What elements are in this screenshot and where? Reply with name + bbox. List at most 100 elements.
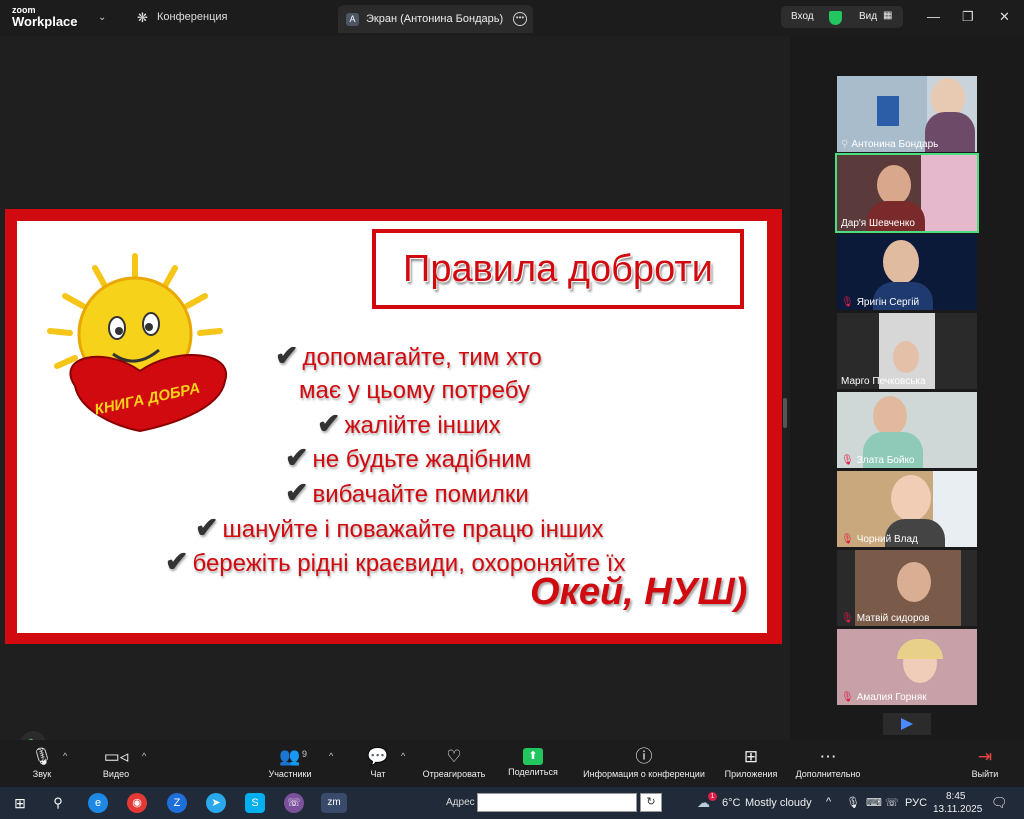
telegram-icon[interactable]: ➤ — [206, 793, 226, 813]
login-button[interactable]: Вход — [791, 11, 814, 22]
tray-mic-icon[interactable]: 🎙 — [846, 796, 860, 809]
chat-button[interactable]: 💬 Чат — [360, 740, 396, 787]
tab-avatar: А — [346, 13, 359, 26]
rule-line: ✔ вибачайте помилки — [285, 476, 529, 509]
slide-footer: Окей, НУШ) — [530, 571, 748, 613]
close-icon[interactable]: ✕ — [999, 9, 1010, 25]
chat-bubble-icon: 💬 — [367, 747, 389, 766]
skype-icon[interactable]: S — [245, 793, 265, 813]
zoom-logo: zoom Workplace — [12, 5, 78, 28]
participant-tile[interactable]: Марго Печковська — [837, 313, 977, 389]
video-options-caret-icon[interactable]: ^ — [142, 751, 146, 761]
pin-icon: ⚲ — [841, 139, 849, 150]
muted-mic-icon: 🎙 — [841, 534, 854, 545]
share-button[interactable]: ⬆ Поделиться — [503, 740, 563, 787]
shared-screen-stage: КНИГА ДОБРА Правила доброти ✔ допомагайте… — [0, 36, 790, 757]
clock-time[interactable]: 8:45 — [946, 791, 965, 802]
language-indicator[interactable]: РУС — [905, 797, 927, 809]
muted-mic-icon: 🎙 — [841, 613, 854, 624]
search-icon[interactable]: ⚲ — [48, 793, 68, 813]
muted-mic-icon: 🎙 — [841, 455, 854, 466]
conference-menu[interactable]: Конференция — [157, 11, 227, 23]
participant-name: ⚲ Антонина Бондарь — [841, 139, 939, 150]
chat-label: Чат — [370, 769, 386, 779]
apps-button[interactable]: ⊞ Приложения — [720, 740, 782, 787]
chat-options-caret-icon[interactable]: ^ — [401, 751, 405, 761]
participant-name: Дар'я Шевченко — [841, 218, 915, 229]
screen-share-tab[interactable]: А Экран (Антонина Бондарь) ••• — [338, 5, 533, 33]
tray-chevron-up-icon[interactable]: ^ — [826, 796, 831, 808]
participants-label: Участники — [268, 769, 312, 779]
share-label: Поделиться — [508, 767, 558, 777]
paw-icon: ❋ — [137, 10, 148, 25]
share-arrow-icon: ⬆ — [523, 748, 543, 765]
edge-browser-icon[interactable]: e — [88, 793, 108, 813]
slide-title: Правила доброти — [403, 247, 713, 290]
meeting-info-button[interactable]: ⓘ Информация о конференции — [577, 740, 711, 787]
audio-button[interactable]: 🎙 Звук — [22, 740, 62, 787]
windows-start-icon[interactable]: ⊞ — [10, 793, 30, 813]
next-page-button[interactable] — [883, 713, 931, 735]
chrome-browser-icon[interactable]: ◉ — [127, 793, 147, 813]
viber-icon[interactable]: ☏ — [284, 793, 304, 813]
checkmark-icon: ✔ — [195, 512, 219, 543]
refresh-icon[interactable]: ↻ — [640, 793, 662, 812]
participant-tile-active-speaker[interactable]: Дар'я Шевченко — [835, 153, 979, 233]
react-button[interactable]: ♡ Отреагировать — [418, 740, 490, 787]
participant-tile[interactable]: 🎙 Амалия Горняк — [837, 629, 977, 705]
video-button[interactable]: ▭◃ Видео — [96, 740, 136, 787]
slide-title-box: Правила доброти — [372, 229, 744, 309]
weather-temp[interactable]: 6°C — [722, 797, 740, 809]
weather-text[interactable]: Mostly cloudy — [745, 797, 812, 809]
splitter-handle[interactable] — [783, 398, 787, 428]
participant-name: 🎙 Яригін Сергій — [841, 297, 920, 308]
slide-content: КНИГА ДОБРА Правила доброти ✔ допомагайте… — [17, 221, 767, 633]
rule-line: ✔ шануйте і поважайте працю інших — [195, 511, 604, 544]
checkmark-icon: ✔ — [275, 340, 299, 371]
rule-text: має у цьому потребу — [299, 377, 530, 404]
clock-date[interactable]: 13.11.2025 — [933, 804, 982, 815]
view-layout-icon: ▦ — [883, 10, 893, 21]
chevron-down-icon[interactable]: ⌄ — [98, 12, 106, 23]
view-button[interactable]: Вид — [859, 11, 877, 22]
login-view-pill: Вход Вид ▦ — [781, 6, 903, 28]
participants-icon: 👥 — [279, 747, 301, 766]
restore-icon[interactable]: ❐ — [962, 9, 974, 25]
participant-tile[interactable]: 🎙 Матвій сидоров — [837, 550, 977, 626]
participant-tile[interactable]: ⚲ Антонина Бондарь — [837, 76, 977, 152]
participant-tile[interactable]: 🎙 Чорний Влад — [837, 471, 977, 547]
more-button[interactable]: ⋯ Дополнительно — [792, 740, 864, 787]
more-options-icon[interactable]: ••• — [513, 12, 527, 26]
more-dots-icon: ⋯ — [819, 747, 837, 766]
rule-line: ✔ допомагайте, тим хто — [275, 339, 542, 372]
participants-options-caret-icon[interactable]: ^ — [329, 751, 333, 761]
zoom-app-icon[interactable]: Z — [167, 793, 187, 813]
rule-text: жалійте інших — [344, 412, 501, 439]
notifications-icon[interactable]: 🗨 — [991, 795, 1008, 811]
zoom-meeting-taskbar-icon[interactable]: zm — [321, 793, 347, 813]
meeting-info-label: Информация о конференции — [583, 769, 705, 779]
title-bar: zoom Workplace ⌄ ❋ Конференция А Экран (… — [0, 0, 1024, 36]
participants-button[interactable]: 👥 Участники — [262, 740, 318, 787]
participant-name: 🎙 Злата Бойко — [841, 455, 915, 466]
minimize-icon[interactable]: — — [927, 9, 940, 24]
checkmark-icon: ✔ — [285, 477, 309, 508]
microphone-icon: 🎙 — [31, 747, 53, 766]
checkmark-icon: ✔ — [317, 408, 341, 439]
participants-count: 9 — [302, 749, 308, 759]
rule-line: має у цьому потребу — [299, 377, 530, 405]
audio-options-caret-icon[interactable]: ^ — [63, 751, 67, 761]
participant-name: 🎙 Матвій сидоров — [841, 613, 930, 624]
rule-line: ✔ жалійте інших — [317, 407, 501, 440]
muted-mic-icon: 🎙 — [841, 692, 854, 703]
muted-mic-icon: 🎙 — [841, 297, 854, 308]
leave-label: Выйти — [971, 769, 999, 779]
tray-network-icon[interactable]: ⌨ — [866, 796, 882, 809]
video-label: Видео — [102, 769, 130, 779]
participant-tile[interactable]: 🎙 Злата Бойко — [837, 392, 977, 468]
tray-viber-icon[interactable]: ☏ — [885, 796, 899, 809]
participant-tile[interactable]: 🎙 Яригін Сергій — [837, 234, 977, 310]
leave-button[interactable]: ⇥ Выйти — [966, 740, 1004, 787]
address-input[interactable] — [477, 793, 637, 812]
rule-text: вибачайте помилки — [312, 481, 529, 508]
